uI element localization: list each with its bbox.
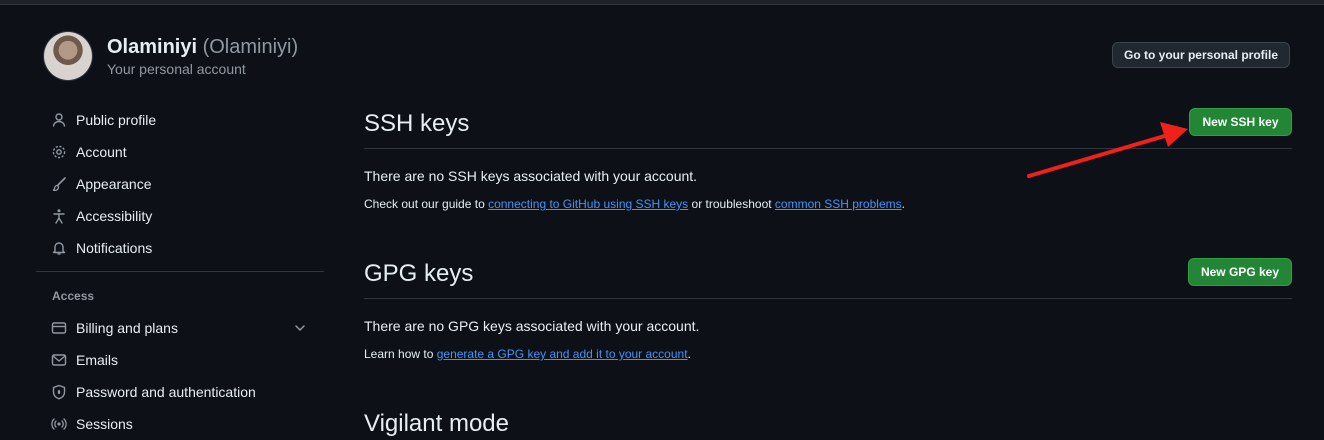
mail-icon bbox=[51, 354, 67, 366]
sidebar-item-label: Notifications bbox=[76, 240, 153, 256]
sidebar-item-billing[interactable]: Billing and plans bbox=[36, 312, 324, 344]
sidebar-item-emails[interactable]: Emails bbox=[36, 344, 324, 376]
sidebar-item-label: Public profile bbox=[76, 112, 157, 128]
gpg-generate-link[interactable]: generate a GPG key and add it to your ac… bbox=[437, 347, 688, 361]
broadcast-icon bbox=[51, 418, 67, 430]
sidebar-item-label: Billing and plans bbox=[76, 320, 178, 336]
person-icon bbox=[52, 113, 66, 127]
avatar[interactable] bbox=[44, 32, 92, 80]
gpg-keys-heading: GPG keys bbox=[364, 260, 474, 287]
ssh-problems-link[interactable]: common SSH problems bbox=[775, 197, 902, 211]
gpg-learn-prefix: Learn how to bbox=[364, 347, 437, 361]
sidebar-item-password-auth[interactable]: Password and authentication bbox=[36, 376, 324, 408]
sidebar-item-sessions[interactable]: Sessions bbox=[36, 408, 324, 440]
ssh-guide-middle: or troubleshoot bbox=[688, 197, 775, 211]
sidebar-item-accessibility[interactable]: Accessibility bbox=[36, 200, 324, 232]
display-name: Olaminiyi bbox=[107, 36, 198, 58]
sidebar-item-label: Sessions bbox=[76, 416, 133, 432]
ssh-guide-text: Check out our guide to connecting to Git… bbox=[364, 197, 905, 211]
sidebar-item-public-profile[interactable]: Public profile bbox=[36, 104, 324, 136]
sidebar-item-notifications[interactable]: Notifications bbox=[36, 232, 324, 264]
paintbrush-icon bbox=[52, 177, 66, 192]
new-ssh-key-button[interactable]: New SSH key bbox=[1189, 108, 1292, 136]
gpg-section-divider bbox=[364, 298, 1292, 299]
access-section-label: Access bbox=[52, 289, 95, 303]
ssh-guide-prefix: Check out our guide to bbox=[364, 197, 489, 211]
sidebar-item-label: Appearance bbox=[76, 176, 152, 192]
sidebar-item-label: Account bbox=[76, 144, 127, 160]
sidebar-item-label: Accessibility bbox=[76, 208, 153, 224]
bell-icon bbox=[52, 242, 66, 255]
ssh-guide-suffix: . bbox=[901, 197, 905, 211]
ssh-keys-heading: SSH keys bbox=[364, 110, 470, 137]
sidebar-item-appearance[interactable]: Appearance bbox=[36, 168, 324, 200]
shield-lock-icon bbox=[52, 384, 66, 400]
sidebar-item-account[interactable]: Account bbox=[36, 136, 324, 168]
gear-icon bbox=[52, 145, 66, 159]
sidebar-item-label: Emails bbox=[76, 352, 119, 368]
ssh-empty-message: There are no SSH keys associated with yo… bbox=[364, 168, 698, 184]
user-display-name[interactable]: Olaminiyi (Olaminiyi) bbox=[107, 36, 298, 59]
go-to-profile-button[interactable]: Go to your personal profile bbox=[1112, 42, 1290, 68]
new-gpg-key-button[interactable]: New GPG key bbox=[1188, 258, 1292, 286]
chevron-down-icon[interactable] bbox=[292, 320, 308, 336]
top-border bbox=[0, 0, 1324, 5]
accessibility-icon bbox=[53, 209, 65, 224]
gpg-empty-message: There are no GPG keys associated with yo… bbox=[364, 318, 700, 334]
gpg-learn-suffix: . bbox=[687, 347, 691, 361]
sidebar-divider bbox=[36, 271, 324, 272]
ssh-section-divider bbox=[364, 148, 1292, 149]
account-type: Your personal account bbox=[107, 61, 246, 77]
ssh-guide-link[interactable]: connecting to GitHub using SSH keys bbox=[488, 197, 688, 211]
gpg-learn-text: Learn how to generate a GPG key and add … bbox=[364, 347, 691, 361]
sidebar-item-label: Password and authentication bbox=[76, 384, 256, 400]
vigilant-mode-heading: Vigilant mode bbox=[364, 410, 509, 437]
user-handle: (Olaminiyi) bbox=[202, 36, 299, 58]
credit-card-icon bbox=[51, 322, 67, 334]
